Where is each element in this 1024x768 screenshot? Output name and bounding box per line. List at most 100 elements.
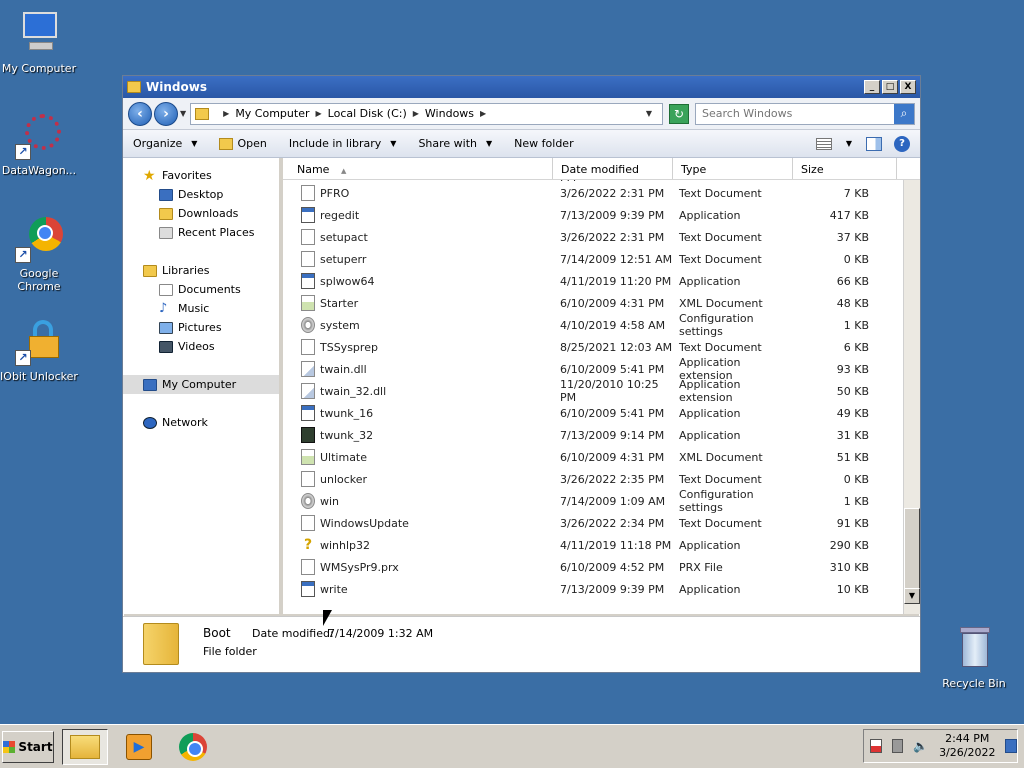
breadcrumb-local-disk[interactable]: Local Disk (C:) (328, 107, 407, 120)
breadcrumb[interactable]: ▶ My Computer ▶ Local Disk (C:) ▶ Window… (190, 102, 663, 125)
view-options-chevron-icon[interactable]: ▼ (846, 139, 852, 148)
table-row[interactable]: write 7/13/2009 9:39 PM Application 10 KB (283, 578, 902, 600)
nav-recent-places[interactable]: Recent Places (123, 223, 279, 242)
nav-libraries[interactable]: Libraries (123, 261, 279, 280)
table-row[interactable]: twunk_32 7/13/2009 9:14 PM Application 31 K… (283, 424, 902, 446)
taskbar-explorer-button[interactable] (62, 728, 108, 765)
nav-documents[interactable]: Documents (123, 280, 279, 299)
file-name: WMSysPr9.prx (320, 560, 399, 574)
file-size: 66 KB (836, 274, 869, 288)
table-row[interactable]: twain_32.dll 11/20/2010 10:25 PM Applicati… (283, 378, 902, 404)
column-header-date[interactable]: Date modified (553, 158, 673, 179)
table-row[interactable]: splwow64 4/11/2019 11:20 PM Application 66 … (283, 270, 902, 292)
organize-button[interactable]: Organize ▼ (133, 137, 197, 150)
recent-pages-chevron-icon[interactable]: ▼ (180, 109, 186, 118)
table-row[interactable]: Starter 6/10/2009 4:31 PM XML Document 48 K… (283, 292, 902, 314)
file-date: 6/10/2009 4:31 PM (560, 296, 665, 310)
table-row[interactable]: win 7/14/2009 1:09 AM Configuration settin… (283, 488, 902, 514)
column-header-size[interactable]: Size (793, 158, 897, 179)
chevron-right-icon[interactable]: ▶ (413, 109, 419, 118)
minimize-button[interactable]: _ (864, 80, 880, 94)
table-row[interactable]: system 4/10/2019 4:58 AM Configuration set… (283, 312, 902, 338)
nav-network[interactable]: Network (123, 413, 279, 432)
table-row[interactable]: WindowsUpdate 3/26/2022 2:34 PM Text Docum… (283, 512, 902, 534)
search-input[interactable] (696, 103, 894, 124)
table-row[interactable]: unlocker 3/26/2022 2:35 PM Text Document 0 … (283, 468, 902, 490)
videos-icon (159, 340, 173, 353)
new-folder-button[interactable]: New folder (514, 137, 573, 150)
include-in-library-button[interactable]: Include in library ▼ (289, 137, 397, 150)
scroll-down-icon[interactable]: ▼ (904, 588, 920, 604)
taskbar-chrome-button[interactable] (170, 729, 216, 765)
desktop-icon-google-chrome[interactable]: ↗ Google Chrome (0, 215, 78, 293)
maximize-button[interactable]: □ (882, 80, 898, 94)
table-row[interactable]: regedit 7/13/2009 9:39 PM Application 417 K… (283, 204, 902, 226)
table-row[interactable]: Ultimate 6/10/2009 4:31 PM XML Document 51 … (283, 446, 902, 468)
vertical-scrollbar[interactable]: ▲ ▼ (903, 158, 920, 614)
preview-pane-icon[interactable] (866, 136, 882, 151)
action-center-flag-icon[interactable] (870, 739, 882, 753)
breadcrumb-windows[interactable]: Windows (425, 107, 474, 120)
chevron-right-icon[interactable]: ▶ (480, 109, 486, 118)
refresh-button[interactable]: ↻ (669, 103, 689, 124)
desktop-icon-datawagon[interactable]: ↗ DataWagon... (0, 112, 78, 177)
desktop-icon-recycle-bin[interactable]: Recycle Bin (935, 625, 1013, 690)
column-header-type[interactable]: Type (673, 158, 793, 179)
scrollbar-thumb[interactable] (904, 508, 920, 598)
nav-favorites[interactable]: ★ Favorites (123, 166, 279, 185)
start-button[interactable]: Start (2, 730, 54, 763)
nav-pictures[interactable]: Pictures (123, 318, 279, 337)
nav-videos[interactable]: Videos (123, 337, 279, 356)
file-app-icon (301, 207, 315, 223)
nav-music[interactable]: ♪ Music (123, 299, 279, 318)
volume-icon[interactable]: 🔈 (913, 739, 928, 753)
column-label: Name (297, 163, 330, 176)
network-icon[interactable] (891, 739, 904, 753)
clock[interactable]: 2:44 PM 3/26/2022 (939, 732, 995, 760)
table-row[interactable]: ? winhlp32 4/11/2019 11:18 PM Application 29… (283, 534, 902, 556)
file-date: 4/11/2019 11:20 PM (560, 274, 672, 288)
file-size: 51 KB (836, 450, 869, 464)
table-row[interactable]: PFRO 3/26/2022 2:31 PM Text Document 7 KB (283, 182, 902, 204)
view-list-icon[interactable] (815, 137, 832, 150)
back-button[interactable]: ‹ (128, 101, 152, 126)
column-header-name[interactable]: Name ▲ (283, 158, 553, 179)
close-button[interactable]: X (900, 80, 916, 94)
forward-button[interactable]: › (154, 101, 178, 126)
search-icon[interactable]: ⌕ (894, 103, 914, 124)
file-date: 7/14/2009 12:51 AM (560, 252, 673, 266)
file-dark-icon (301, 427, 315, 443)
help-icon[interactable]: ? (894, 135, 910, 152)
show-desktop-icon[interactable] (1005, 739, 1017, 753)
address-dropdown-icon[interactable]: ▼ (646, 109, 652, 118)
table-row[interactable]: setuperr 7/14/2009 12:51 AM Text Document 0… (283, 248, 902, 270)
nav-desktop[interactable]: Desktop (123, 185, 279, 204)
share-with-button[interactable]: Share with ▼ (418, 137, 492, 150)
file-name: splwow64 (320, 274, 375, 288)
chevron-right-icon[interactable]: ▶ (223, 109, 229, 118)
file-date: 3/26/2022 2:34 PM (560, 516, 665, 530)
nav-downloads[interactable]: Downloads (123, 204, 279, 223)
search-box[interactable]: ⌕ (695, 102, 915, 125)
file-name-cell: twunk_32 (283, 427, 553, 443)
open-button[interactable]: Open (219, 137, 267, 150)
open-folder-icon (219, 137, 234, 150)
file-name: Ultimate (320, 450, 368, 464)
file-type: Configuration settings (679, 312, 754, 338)
window-titlebar[interactable]: Windows _ □ X (123, 76, 920, 98)
nav-my-computer[interactable]: My Computer (123, 375, 279, 394)
table-row[interactable]: setupact 3/26/2022 2:31 PM Text Document 37… (283, 226, 902, 248)
table-row[interactable]: twunk_16 6/10/2009 5:41 PM Application 49 K… (283, 402, 902, 424)
chevron-right-icon[interactable]: ▶ (316, 109, 322, 118)
file-type: Application extension (679, 378, 741, 404)
desktop-icon-my-computer[interactable]: My Computer (0, 10, 78, 75)
table-row[interactable]: TSSysprep 8/25/2021 12:03 AM Text Document… (283, 336, 902, 358)
breadcrumb-my-computer[interactable]: My Computer (235, 107, 309, 120)
table-row[interactable]: WMSysPr9.prx 6/10/2009 4:52 PM PRX File 310… (283, 556, 902, 578)
file-size: 0 KB (843, 252, 869, 266)
desktop-icon-iobit-unlocker[interactable]: ↗ IObit Unlocker (0, 318, 78, 383)
table-row[interactable]: twain.dll 6/10/2009 5:41 PM Application ex… (283, 356, 902, 382)
taskbar-media-player-button[interactable]: ▶ (116, 729, 162, 765)
pictures-icon (159, 321, 173, 334)
file-name: system (320, 318, 360, 332)
